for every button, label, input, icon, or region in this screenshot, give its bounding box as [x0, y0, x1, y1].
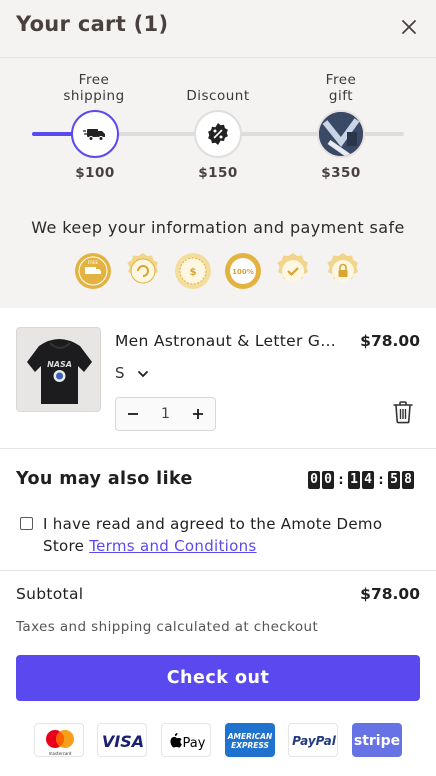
paypal-icon: PayPal	[288, 723, 338, 757]
amex-label-line1: AMERICAN	[227, 732, 273, 741]
satisfaction-guaranteed-badge-icon	[277, 253, 308, 282]
percent-badge-icon	[194, 110, 242, 158]
truck-icon	[71, 110, 119, 158]
easy-returns-badge-icon	[127, 253, 158, 284]
gift-product-image	[317, 110, 365, 158]
chevron-down-icon	[138, 370, 149, 377]
visa-icon: VISA	[97, 723, 147, 757]
svg-text:$: $	[190, 267, 197, 278]
milestone-discount-label: Discount	[186, 88, 250, 104]
milestone-free-shipping-label: Free shipping	[63, 72, 125, 104]
upsell-title: You may also like	[16, 469, 193, 489]
timer-digit: 1	[348, 471, 360, 489]
timer-digit: 4	[362, 471, 374, 489]
apple-pay-icon: Pay	[161, 723, 211, 757]
quantity-value[interactable]: 1	[150, 398, 181, 430]
free-shipping-badge-icon: FREE	[75, 253, 111, 289]
timer-digit: 5	[388, 471, 400, 489]
product-name[interactable]: Men Astronaut & Letter Graphic Hoodie	[115, 332, 340, 350]
subtotal-label: Subtotal	[16, 585, 84, 603]
milestone-price-150: $150	[198, 165, 238, 181]
quantity-stepper: 1	[115, 397, 216, 431]
trust-text: We keep your information and payment saf…	[31, 218, 405, 237]
terms-link[interactable]: Terms and Conditions	[89, 537, 256, 555]
taxes-note: Taxes and shipping calculated at checkou…	[16, 619, 319, 635]
trash-icon[interactable]	[392, 400, 414, 424]
amex-icon: AMERICAN EXPRESS	[225, 723, 275, 757]
cart-item: NASA Men Astronaut & Letter Graphic Hood…	[0, 308, 436, 448]
variant-select[interactable]: S	[115, 364, 149, 382]
cart-title: Your cart (1)	[16, 12, 169, 36]
checkout-button[interactable]: Check out	[16, 655, 420, 701]
product-price: $78.00	[360, 332, 420, 350]
free-shipping-progress: Free shipping $100 Discount $150 Free gi…	[0, 58, 436, 198]
milestone-free-gift-label: Free gift	[325, 72, 357, 104]
cart-header: Your cart (1)	[0, 0, 436, 58]
stripe-icon: stripe	[352, 723, 402, 757]
trust-badges: FREE $ 100%	[74, 252, 364, 290]
minus-icon	[128, 413, 138, 415]
money-back-badge-icon: $	[175, 253, 211, 289]
plus-icon	[193, 409, 203, 419]
amex-label-line2: EXPRESS	[231, 741, 269, 750]
divider	[0, 448, 436, 449]
increase-quantity-button[interactable]	[181, 398, 215, 430]
apple-pay-label: Pay	[183, 736, 206, 751]
milestone-price-350: $350	[321, 165, 361, 181]
timer-separator: :	[338, 472, 344, 488]
countdown-timer: 0 0 : 1 4 : 5 8	[308, 471, 416, 489]
timer-digit: 0	[308, 471, 320, 489]
milestone-price-100: $100	[75, 165, 115, 181]
premium-quality-badge-icon: 100%	[225, 253, 261, 289]
visa-label: VISA	[102, 732, 144, 751]
mastercard-icon: mastercard	[34, 723, 84, 757]
trust-section: We keep your information and payment saf…	[0, 198, 436, 308]
decrease-quantity-button[interactable]	[116, 398, 150, 430]
svg-text:FREE: FREE	[88, 260, 99, 265]
product-image[interactable]: NASA	[16, 327, 101, 412]
stripe-label: stripe	[354, 733, 400, 749]
variant-value: S	[115, 364, 125, 382]
timer-separator: :	[378, 472, 384, 488]
subtotal-value: $78.00	[360, 585, 420, 603]
timer-digit: 0	[322, 471, 334, 489]
timer-digit: 8	[402, 471, 414, 489]
terms-checkbox[interactable]	[20, 517, 33, 530]
mastercard-label: mastercard	[49, 751, 72, 756]
divider	[0, 570, 436, 571]
close-icon[interactable]	[398, 16, 420, 38]
terms-text: I have read and agreed to the Amote Demo…	[43, 513, 413, 557]
secure-checkout-badge-icon	[327, 253, 358, 282]
svg-text:100%: 100%	[232, 268, 254, 276]
product-image-print: NASA	[47, 360, 72, 369]
paypal-label: PayPal	[292, 734, 337, 748]
